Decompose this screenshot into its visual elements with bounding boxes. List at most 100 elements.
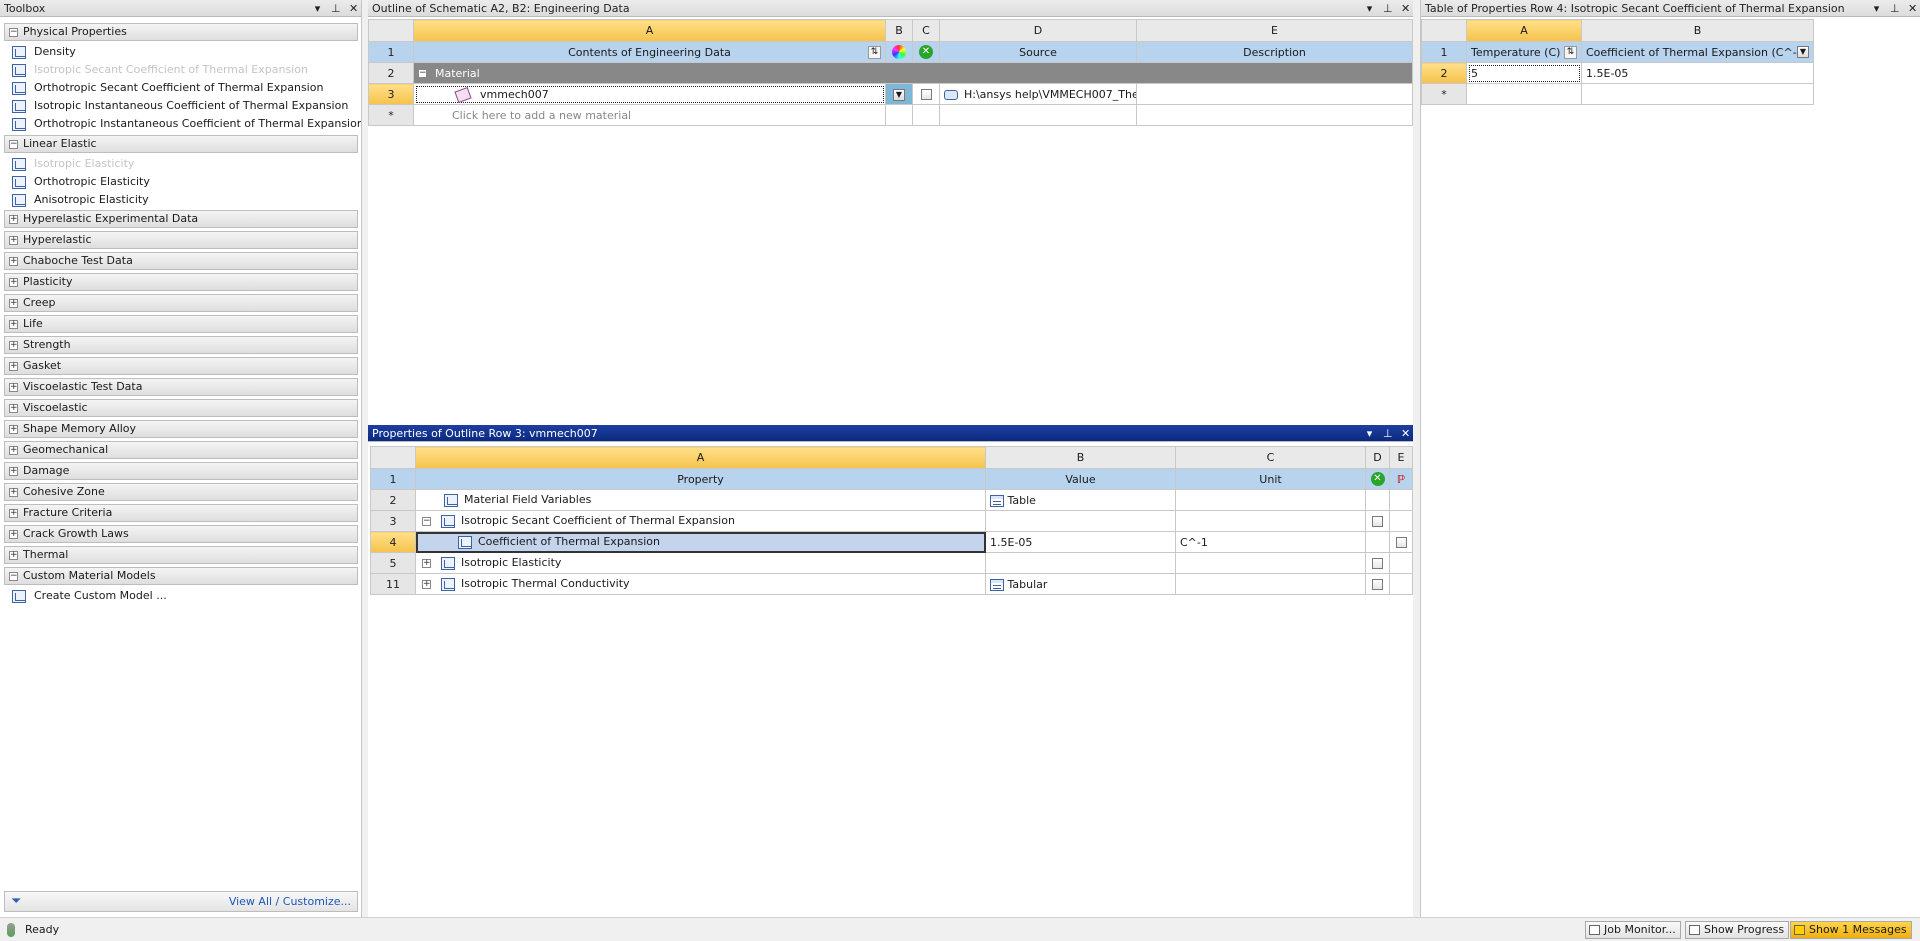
- temperature-cell[interactable]: 5: [1466, 62, 1582, 84]
- category-custom-material-models[interactable]: − Custom Material Models: [4, 567, 358, 585]
- pin-icon[interactable]: ⊥: [331, 0, 341, 17]
- toolbox-item-isotropic-elasticity[interactable]: Isotropic Elasticity: [12, 155, 134, 173]
- column-header-d[interactable]: D: [1365, 446, 1390, 469]
- expand-icon[interactable]: +: [9, 466, 18, 476]
- suppress-checkbox[interactable]: [1372, 579, 1383, 590]
- category-physical-properties[interactable]: − Physical Properties: [4, 23, 358, 41]
- category-life[interactable]: + Life: [4, 315, 358, 333]
- property-row-isotropic-elasticity[interactable]: 5 + Isotropic Elasticity: [370, 552, 1413, 574]
- expand-icon[interactable]: +: [9, 340, 18, 350]
- value-cell[interactable]: 1.5E-05: [985, 531, 1176, 553]
- property-name-cell[interactable]: Material Field Variables: [415, 489, 986, 511]
- property-name-cell[interactable]: + Isotropic Thermal Conductivity: [415, 573, 986, 595]
- collapse-icon[interactable]: −: [9, 571, 18, 581]
- column-header-d[interactable]: D: [939, 19, 1137, 42]
- dropdown-icon[interactable]: ▾: [313, 0, 322, 17]
- unit-cell[interactable]: [1175, 489, 1366, 511]
- category-gasket[interactable]: + Gasket: [4, 357, 358, 375]
- property-name-cell[interactable]: + Isotropic Elasticity: [415, 552, 986, 574]
- expand-icon[interactable]: +: [9, 298, 18, 308]
- view-all-customize-link[interactable]: View All / Customize...: [229, 895, 351, 908]
- category-hyperelastic-experimental-data[interactable]: + Hyperelastic Experimental Data: [4, 210, 358, 228]
- close-icon[interactable]: ✕: [1401, 425, 1410, 442]
- category-strength[interactable]: + Strength: [4, 336, 358, 354]
- property-row-isotropic-thermal-conductivity[interactable]: 11 + Isotropic Thermal Conductivity Tabul…: [370, 573, 1413, 595]
- table-properties-add-row[interactable]: *: [1421, 83, 1814, 105]
- toolbox-item-orthotropic-secant-cte[interactable]: Orthotropic Secant Coefficient of Therma…: [12, 79, 323, 97]
- chevron-down-icon[interactable]: ▼: [893, 88, 905, 101]
- column-header-b[interactable]: B: [1581, 19, 1814, 42]
- dropdown-icon[interactable]: ▾: [1365, 425, 1374, 442]
- value-cell[interactable]: Table: [985, 489, 1176, 511]
- expand-icon[interactable]: +: [9, 445, 18, 455]
- sort-icon[interactable]: ⇅: [868, 46, 881, 59]
- category-fracture-criteria[interactable]: + Fracture Criteria: [4, 504, 358, 522]
- expand-icon[interactable]: +: [9, 256, 18, 266]
- expand-icon[interactable]: +: [422, 558, 431, 568]
- toolbox-item-isotropic-secant-cte[interactable]: Isotropic Secant Coefficient of Thermal …: [12, 61, 308, 79]
- close-icon[interactable]: ✕: [1908, 0, 1917, 17]
- expand-icon[interactable]: +: [9, 508, 18, 518]
- material-name-cell[interactable]: vmmech007: [413, 83, 886, 105]
- unit-cell[interactable]: [1175, 573, 1366, 595]
- empty-cell[interactable]: [1581, 83, 1814, 105]
- expand-icon[interactable]: +: [9, 214, 18, 224]
- column-header-b[interactable]: B: [985, 446, 1176, 469]
- add-material-cell[interactable]: Click here to add a new material: [413, 104, 886, 126]
- source-cell[interactable]: H:\ansys help\VMMECH007_Therm: [939, 83, 1137, 105]
- column-header-c[interactable]: C: [912, 19, 940, 42]
- column-header-a[interactable]: A: [413, 19, 886, 42]
- collapse-icon[interactable]: −: [418, 69, 427, 78]
- expand-icon[interactable]: +: [9, 424, 18, 434]
- category-geomechanical[interactable]: + Geomechanical: [4, 441, 358, 459]
- dropdown-icon[interactable]: ▾: [1365, 0, 1374, 17]
- suppress-checkbox[interactable]: [1372, 516, 1383, 527]
- show-messages-button[interactable]: Show 1 Messages: [1790, 921, 1912, 939]
- suppress-checkbox-cell[interactable]: [912, 83, 940, 105]
- toolbox-item-create-custom-model[interactable]: Create Custom Model ...: [12, 587, 167, 605]
- column-header-b[interactable]: B: [885, 19, 913, 42]
- expand-icon[interactable]: +: [9, 550, 18, 560]
- expand-icon[interactable]: +: [9, 382, 18, 392]
- close-icon[interactable]: ✕: [1401, 0, 1410, 17]
- column-header-a[interactable]: A: [1466, 19, 1582, 42]
- column-header-e[interactable]: E: [1136, 19, 1413, 42]
- expand-icon[interactable]: +: [9, 319, 18, 329]
- category-cohesive-zone[interactable]: + Cohesive Zone: [4, 483, 358, 501]
- expand-icon[interactable]: +: [9, 403, 18, 413]
- suppress-checkbox-cell[interactable]: [1365, 573, 1390, 595]
- material-dropdown-cell[interactable]: ▼: [885, 83, 913, 105]
- category-viscoelastic[interactable]: + Viscoelastic: [4, 399, 358, 417]
- toolbox-item-anisotropic-elasticity[interactable]: Anisotropic Elasticity: [12, 191, 149, 209]
- table-properties-data-row[interactable]: 2 5 1.5E-05: [1421, 62, 1814, 84]
- value-cell[interactable]: [985, 510, 1176, 532]
- property-name-cell[interactable]: Coefficient of Thermal Expansion: [415, 531, 986, 553]
- toolbox-item-orthotropic-elasticity[interactable]: Orthotropic Elasticity: [12, 173, 150, 191]
- close-icon[interactable]: ✕: [349, 0, 358, 17]
- dropdown-icon[interactable]: ▾: [1872, 0, 1881, 17]
- property-row-isotropic-secant-cte[interactable]: 3 − Isotropic Secant Coefficient of Therm…: [370, 510, 1413, 532]
- expand-icon[interactable]: +: [9, 487, 18, 497]
- value-cell[interactable]: Tabular: [985, 573, 1176, 595]
- suppress-checkbox-cell[interactable]: [1365, 510, 1390, 532]
- expand-icon[interactable]: +: [9, 361, 18, 371]
- category-viscoelastic-test-data[interactable]: + Viscoelastic Test Data: [4, 378, 358, 396]
- collapse-icon[interactable]: −: [9, 27, 18, 37]
- category-linear-elastic[interactable]: − Linear Elastic: [4, 135, 358, 153]
- outline-group-row[interactable]: 2 − Material: [368, 62, 1413, 84]
- collapse-icon[interactable]: −: [9, 139, 18, 149]
- category-chaboche-test-data[interactable]: + Chaboche Test Data: [4, 252, 358, 270]
- toolbox-item-isotropic-instantaneous-cte[interactable]: Isotropic Instantaneous Coefficient of T…: [12, 97, 348, 115]
- parameter-checkbox[interactable]: [1395, 537, 1407, 548]
- property-row-coefficient-of-thermal-expansion[interactable]: 4 Coefficient of Thermal Expansion 1.5E-…: [370, 531, 1413, 553]
- toolbox-item-density[interactable]: Density: [12, 43, 76, 61]
- collapse-icon[interactable]: −: [422, 516, 431, 526]
- category-damage[interactable]: + Damage: [4, 462, 358, 480]
- property-row-material-field-variables[interactable]: 2 Material Field Variables Table: [370, 489, 1413, 511]
- expand-icon[interactable]: +: [9, 277, 18, 287]
- suppress-checkbox-cell[interactable]: [1365, 552, 1390, 574]
- expand-icon[interactable]: +: [9, 235, 18, 245]
- chevron-down-icon[interactable]: ▼: [1797, 46, 1809, 58]
- column-header-c[interactable]: C: [1175, 446, 1366, 469]
- outline-material-row[interactable]: 3 vmmech007 ▼ H:\ansys help\VMMECH007_Th…: [368, 83, 1413, 105]
